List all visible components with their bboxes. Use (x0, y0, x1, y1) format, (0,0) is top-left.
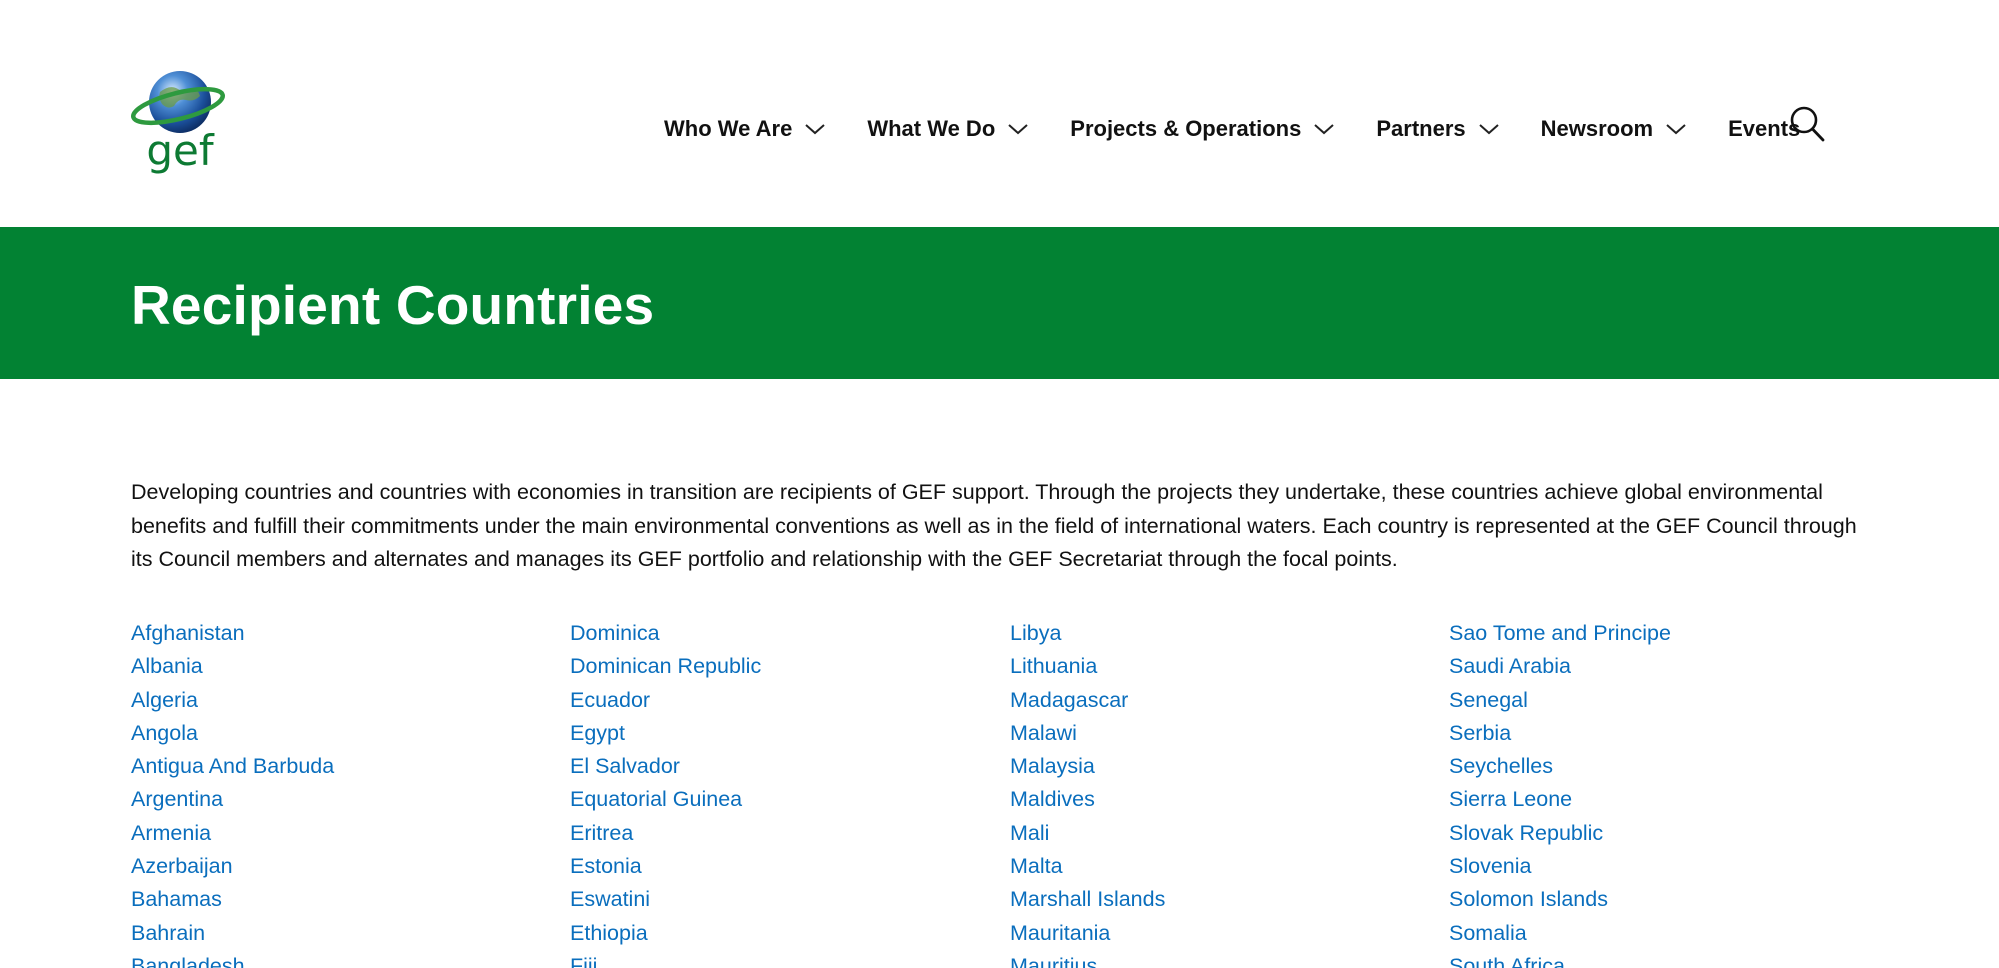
country-link[interactable]: South Africa (1449, 950, 1869, 968)
globe-with-ring-icon: gef (131, 71, 225, 175)
country-link[interactable]: Antigua And Barbuda (131, 750, 551, 783)
country-link[interactable]: Mali (1010, 817, 1430, 850)
country-link[interactable]: Marshall Islands (1010, 883, 1430, 916)
country-link[interactable]: Mauritania (1010, 917, 1430, 950)
chevron-down-icon (1314, 124, 1335, 135)
nav-newsroom[interactable]: Newsroom (1541, 116, 1687, 142)
country-link[interactable]: Equatorial Guinea (570, 783, 990, 816)
country-link[interactable]: Ethiopia (570, 917, 990, 950)
country-link[interactable]: Malaysia (1010, 750, 1430, 783)
country-link[interactable]: Bahrain (131, 917, 551, 950)
nav-label: Who We Are (664, 116, 793, 141)
country-column-4: Sao Tome and Principe Saudi Arabia Senegal… (1449, 617, 1869, 968)
country-link[interactable]: Argentina (131, 783, 551, 816)
nav-label: Partners (1376, 116, 1466, 141)
nav-label: Newsroom (1540, 116, 1654, 141)
country-list: Afghanistan Albania Algeria Angola Antigua A… (0, 617, 1999, 968)
country-link[interactable]: Slovenia (1449, 850, 1869, 883)
country-link[interactable]: Dominica (570, 617, 990, 650)
country-link[interactable]: Sierra Leone (1449, 783, 1869, 816)
country-link[interactable]: Malta (1010, 850, 1430, 883)
nav-label: What We Do (867, 116, 996, 141)
country-column-3: Libya Lithuania Madagascar Malawi Malaysia Ma… (1010, 617, 1430, 968)
intro-paragraph: Developing countries and countries with … (131, 480, 1857, 571)
country-link[interactable]: Malawi (1010, 717, 1430, 750)
country-link[interactable]: Sao Tome and Principe (1449, 617, 1869, 650)
main-nav: Who We Are What We Do Projects & Operati… (664, 113, 1800, 145)
country-link[interactable]: Eritrea (570, 817, 990, 850)
nav-projects-operations[interactable]: Projects & Operations (1070, 116, 1335, 142)
country-column-2: Dominica Dominican Republic Ecuador Egypt El… (570, 617, 990, 968)
logo-text: gef (146, 126, 215, 174)
country-link[interactable]: Madagascar (1010, 684, 1430, 717)
search-icon (1790, 106, 1825, 142)
country-link[interactable]: Slovak Republic (1449, 817, 1869, 850)
country-link[interactable]: Albania (131, 650, 551, 683)
country-link[interactable]: Angola (131, 717, 551, 750)
country-link[interactable]: Bahamas (131, 883, 551, 916)
country-link[interactable]: Ecuador (570, 684, 990, 717)
country-link[interactable]: Libya (1010, 617, 1430, 650)
country-link[interactable]: Saudi Arabia (1449, 650, 1869, 683)
chevron-down-icon (1008, 124, 1028, 135)
nav-who-we-are[interactable]: Who We Are (664, 116, 826, 142)
nav-what-we-do[interactable]: What We Do (867, 116, 1029, 142)
country-link[interactable]: Dominican Republic (570, 650, 990, 683)
nav-label: Projects & Operations (1070, 116, 1302, 141)
site-header: gef Who We Are What We Do Projects & Ope… (0, 0, 1999, 227)
country-link[interactable]: Algeria (131, 684, 551, 717)
country-link[interactable]: Somalia (1449, 917, 1869, 950)
search-button[interactable] (1789, 105, 1825, 143)
page-title: Recipient Countries (131, 274, 655, 336)
country-link[interactable]: Senegal (1449, 684, 1869, 717)
country-link[interactable]: Solomon Islands (1449, 883, 1869, 916)
nav-partners[interactable]: Partners (1376, 116, 1499, 142)
country-link[interactable]: Egypt (570, 717, 990, 750)
page-banner: Recipient Countries (0, 227, 1999, 379)
chevron-down-icon (805, 124, 826, 135)
country-link[interactable]: Fiji (570, 950, 990, 968)
country-link[interactable]: Armenia (131, 817, 551, 850)
country-link[interactable]: Azerbaijan (131, 850, 551, 883)
country-link[interactable]: Serbia (1449, 717, 1869, 750)
chevron-down-icon (1666, 124, 1686, 135)
country-link[interactable]: Lithuania (1010, 650, 1430, 683)
country-link[interactable]: Estonia (570, 850, 990, 883)
country-column-1: Afghanistan Albania Algeria Angola Antigua A… (131, 617, 551, 968)
chevron-down-icon (1478, 124, 1499, 135)
country-link[interactable]: Mauritius (1010, 950, 1430, 968)
country-link[interactable]: Seychelles (1449, 750, 1869, 783)
country-link[interactable]: Afghanistan (131, 617, 551, 650)
country-link[interactable]: Maldives (1010, 783, 1430, 816)
country-link[interactable]: Eswatini (570, 883, 990, 916)
gef-logo[interactable]: gef (130, 62, 230, 175)
country-link[interactable]: Bangladesh (131, 950, 551, 968)
country-link[interactable]: El Salvador (570, 750, 990, 783)
